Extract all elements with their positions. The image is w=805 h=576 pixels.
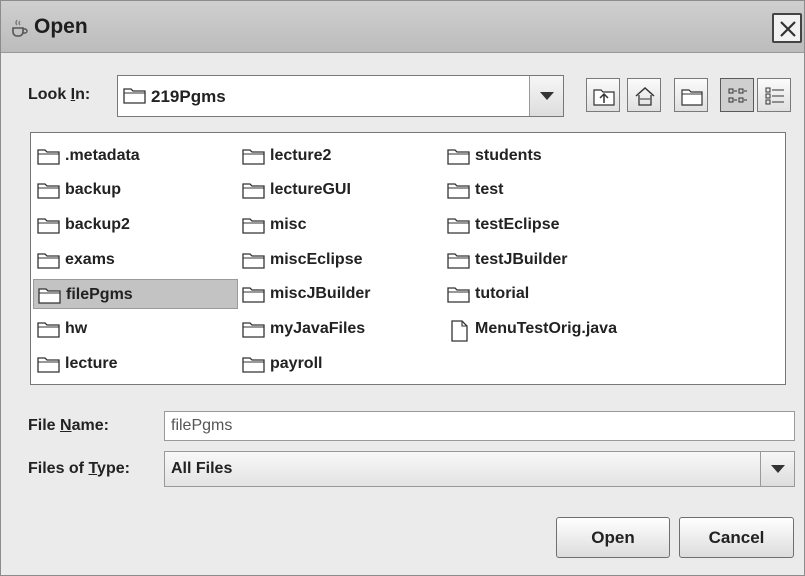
file-type-label: Files of Type: (28, 460, 130, 477)
item-label: MenuTestOrig.java (475, 320, 617, 337)
item-label: students (475, 147, 542, 164)
item-label: lectureGUI (270, 181, 351, 198)
folder-icon (242, 287, 265, 303)
details-view-button[interactable] (757, 78, 791, 112)
up-one-level-button[interactable] (586, 78, 620, 112)
file-icon (451, 320, 468, 342)
look-in-label: Look In: (28, 86, 91, 103)
folder-icon (447, 218, 470, 234)
look-in-value: 219Pgms (151, 87, 226, 106)
file-type-value: All Files (171, 460, 233, 477)
list-item[interactable]: payroll (238, 349, 443, 379)
list-item[interactable]: MenuTestOrig.java (443, 314, 648, 344)
list-item[interactable]: test (443, 175, 648, 205)
folder-icon (123, 88, 146, 104)
close-button[interactable] (772, 13, 802, 43)
item-label: testJBuilder (475, 251, 568, 268)
folder-icon (37, 357, 60, 373)
list-view-icon (728, 88, 747, 103)
list-item[interactable]: backup (33, 175, 238, 205)
item-label: misc (270, 216, 307, 233)
item-label: hw (65, 320, 88, 337)
list-view-button[interactable] (720, 78, 754, 112)
item-label: lecture (65, 355, 118, 372)
folder-icon (37, 322, 60, 338)
folder-icon (242, 183, 265, 199)
list-item[interactable]: lectureGUI (238, 175, 443, 205)
folder-icon (242, 357, 265, 373)
folder-icon (242, 149, 265, 165)
folder-icon (447, 253, 470, 269)
list-item[interactable]: exams (33, 245, 238, 275)
item-label: testEclipse (475, 216, 560, 233)
list-item[interactable]: lecture (33, 349, 238, 379)
folder-icon (37, 183, 60, 199)
item-label: filePgms (66, 286, 133, 303)
list-item[interactable]: miscEclipse (238, 245, 443, 275)
folder-icon (37, 149, 60, 165)
details-view-icon (765, 87, 784, 105)
file-list[interactable]: .metadata backup backup2 exams filePgms … (30, 132, 786, 385)
folder-icon (242, 322, 265, 338)
up-folder-icon (593, 89, 615, 106)
file-name-field[interactable]: filePgms (164, 411, 795, 441)
list-item[interactable]: miscJBuilder (238, 279, 443, 309)
home-icon (635, 86, 655, 106)
item-label: miscEclipse (270, 251, 363, 268)
file-type-combo[interactable]: All Files (164, 451, 795, 487)
look-in-dropdown-button[interactable] (529, 76, 563, 116)
cancel-button[interactable]: Cancel (679, 517, 794, 558)
folder-icon (37, 218, 60, 234)
chevron-down-icon (771, 465, 785, 473)
file-type-dropdown-button[interactable] (760, 452, 794, 486)
folder-icon (447, 183, 470, 199)
open-dialog: Open Look In: 219Pgms .metadata backup b… (0, 0, 805, 576)
list-item[interactable]: misc (238, 210, 443, 240)
list-item[interactable]: lecture2 (238, 141, 443, 171)
list-item[interactable]: testJBuilder (443, 245, 648, 275)
item-label: miscJBuilder (270, 285, 371, 302)
folder-icon (447, 287, 470, 303)
list-item[interactable]: testEclipse (443, 210, 648, 240)
list-item[interactable]: .metadata (33, 141, 238, 171)
list-item-selected[interactable]: filePgms (33, 279, 238, 309)
home-button[interactable] (627, 78, 661, 112)
item-label: payroll (270, 355, 323, 372)
item-label: backup (65, 181, 122, 198)
list-item[interactable]: hw (33, 314, 238, 344)
window-title: Open (34, 15, 88, 38)
folder-icon (242, 218, 265, 234)
folder-icon (38, 288, 61, 304)
item-label: test (475, 181, 504, 198)
list-item[interactable]: tutorial (443, 279, 648, 309)
item-label: tutorial (475, 285, 530, 302)
close-icon (780, 21, 796, 37)
folder-icon (37, 253, 60, 269)
item-label: myJavaFiles (270, 320, 366, 337)
item-label: exams (65, 251, 115, 268)
chevron-down-icon (540, 92, 554, 100)
folder-icon (242, 253, 265, 269)
new-folder-icon (681, 89, 703, 106)
look-in-combo[interactable]: 219Pgms (117, 75, 564, 117)
list-item[interactable]: students (443, 141, 648, 171)
open-button[interactable]: Open (556, 517, 670, 558)
item-label: lecture2 (270, 147, 332, 164)
list-item[interactable]: backup2 (33, 210, 238, 240)
item-label: backup2 (65, 216, 130, 233)
title-bar[interactable]: Open (1, 1, 804, 53)
file-name-label: File Name: (28, 417, 109, 434)
new-folder-button[interactable] (674, 78, 708, 112)
folder-icon (447, 149, 470, 165)
java-cup-icon (12, 19, 28, 37)
item-label: .metadata (65, 147, 140, 164)
list-item[interactable]: myJavaFiles (238, 314, 443, 344)
